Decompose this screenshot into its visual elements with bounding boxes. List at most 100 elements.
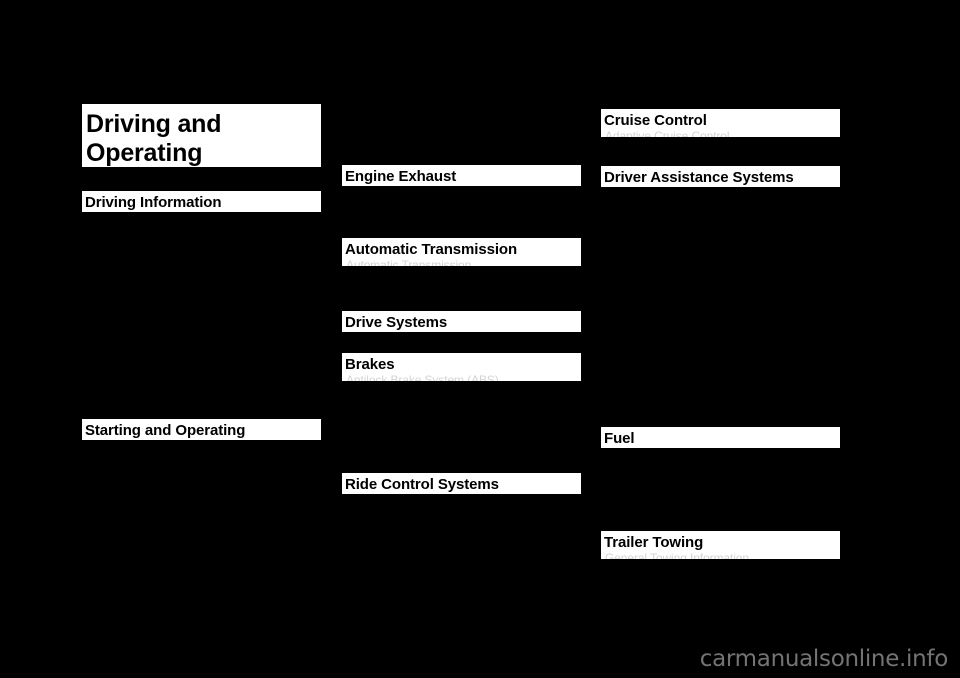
list-item[interactable]: Lane Change Alert (LCA) 9-45 — [601, 263, 840, 278]
list-item[interactable]: Conversions and Add-Ons 9-64 — [601, 605, 840, 620]
section-heading-label: Drive Systems — [345, 314, 448, 331]
entry-label: Manual Mode — [342, 267, 415, 281]
entry-label: Shifting Into Park — [82, 501, 174, 516]
list-item[interactable]: Towing Equipment 9-62 — [601, 590, 840, 605]
list-item[interactable]: Rear Vision Camera (RVC) 9-50 — [601, 309, 840, 324]
list-item[interactable]: Winter Driving 9-8 — [82, 379, 321, 394]
list-item[interactable]: Highway Hypnosis 9-7 — [82, 349, 321, 364]
entry-page: 9-4 — [303, 273, 321, 288]
entry-label: Forward Collision Alert (FCA) System — [601, 203, 800, 218]
list-item[interactable]: Hill and Mountain Roads 9-8 — [82, 364, 321, 379]
section-heading-starting-and-operating[interactable]: Starting and Operating — [82, 419, 321, 440]
section-heading-trailer-towing[interactable]: Trailer Towing General Towing Informatio… — [601, 531, 840, 559]
section-heading-label: Engine Exhaust — [345, 168, 457, 185]
list-item[interactable]: Driving on Wet Roads 9-7 — [82, 334, 321, 349]
entry-page: 9-7 — [303, 348, 321, 363]
entry-page: 9-64 — [815, 605, 840, 620]
entry-label: Hill and Mountain Roads — [82, 363, 213, 378]
list-item[interactable]: Ignition Positions 9-13 — [82, 456, 321, 471]
list-item[interactable]: Steering 9-4 — [82, 288, 321, 303]
entry-label: Driving on Wet Roads — [82, 333, 199, 348]
list-item[interactable]: Trailer Towing 9-59 — [601, 575, 840, 590]
list-item[interactable]: Cruise Control 9-30 — [342, 525, 581, 540]
entry-page: 9-54 — [815, 509, 840, 524]
list-item[interactable]: Assistance Systems for Driving 9-36 — [601, 188, 840, 203]
entry-page: 9-59 — [815, 575, 840, 590]
entry-label: Braking — [82, 273, 123, 288]
list-item[interactable]: Forward Collision Alert (FCA) System 9-3… — [601, 203, 840, 218]
list-item[interactable]: Braking 9-4 — [82, 273, 321, 288]
list-item[interactable]: Engine Exhaust 9-20 — [342, 187, 581, 202]
list-item[interactable]: Loss of Control 9-6 — [82, 319, 321, 334]
list-item[interactable]: Ride Control Systems 9-27 — [342, 427, 581, 442]
list-item[interactable]: Hill Start Assist (HSA) 9-27 — [342, 412, 581, 427]
section-heading-ride-control-systems[interactable]: Ride Control Systems — [342, 473, 581, 494]
list-item[interactable]: Off-Road Recovery 9-6 — [82, 304, 321, 319]
list-item[interactable]: Starting the Engine 9-15 — [82, 471, 321, 486]
entry-page: 9-17 — [296, 501, 321, 516]
list-item[interactable]: Parking Over Things That Burn 9-19 — [82, 532, 321, 547]
entry-label: Hill Start Assist (HSA) — [342, 412, 459, 427]
entry-label: Active Fuel Management — [82, 546, 215, 561]
entry-list-fuel: Recommended Fuel 9-52 Gasoline Specifica… — [601, 449, 840, 540]
list-item[interactable]: Drunk Driving 9-3 — [82, 243, 321, 258]
entry-list-driving-information: Driving for Better Fuel Economy 9-2 Defe… — [82, 213, 321, 409]
list-item[interactable]: Loading the Vehicle 9-10 — [82, 394, 321, 409]
list-item[interactable]: Shifting Out of Park 9-18 — [82, 516, 321, 531]
list-item[interactable]: Side Blind Zone Alert (SBZA) 9-44 — [601, 248, 840, 263]
entry-page: 9-46 — [817, 278, 831, 308]
list-item[interactable]: Front Pedestrian Braking (FPB) System 9-… — [601, 218, 840, 233]
list-item[interactable]: Brake Assist 9-27 — [342, 397, 581, 412]
list-item[interactable]: Gasoline Specifications 9-53 — [601, 464, 840, 479]
section-heading-cruise-control[interactable]: Cruise Control Adaptive Cruise Control — [601, 109, 840, 137]
column-middle: Engine Exhaust Engine Exhaust 9-20 Runni… — [342, 0, 581, 678]
section-heading-label: Fuel — [604, 430, 635, 447]
entry-list-engine-exhaust: Engine Exhaust 9-20 Running the Vehicle … — [342, 187, 581, 217]
entry-page: 9-39 — [815, 218, 840, 233]
list-item[interactable]: Manual Mode 9-24 — [342, 267, 581, 282]
entry-page: 9-53 — [815, 479, 840, 494]
list-item[interactable]: All-Wheel Drive 9-25 — [342, 333, 581, 348]
entry-label: Off-Road Recovery — [82, 303, 185, 318]
list-item[interactable]: Recommended Fuel 9-52 — [601, 449, 840, 464]
entry-label: Loss of Control — [82, 318, 163, 333]
entry-label: Drive Systems — [342, 282, 420, 297]
list-item[interactable]: Driving Characteristics and Towing Tips … — [601, 560, 840, 575]
entry-label: StabiliTrak System — [342, 510, 442, 525]
chapter-title-line-2: Operating — [86, 138, 203, 167]
entry-label: Driving Characteristics and Towing Tips — [601, 560, 811, 574]
entry-label: Towing Equipment — [601, 590, 700, 605]
entry-label: Assistance Systems for Parking or Backin… — [601, 278, 784, 308]
list-item[interactable]: Defensive Driving 9-2 — [82, 228, 321, 243]
section-heading-driver-assistance-systems[interactable]: Driver Assistance Systems — [601, 166, 840, 187]
list-item[interactable]: Traction Control System (TCS) 9-27 — [342, 495, 581, 510]
list-item[interactable]: Control of a Vehicle 9-3 — [82, 258, 321, 273]
section-heading-engine-exhaust[interactable]: Engine Exhaust — [342, 165, 581, 186]
entry-page: 9-52 — [815, 449, 840, 463]
chapter-title-line-1: Driving and — [86, 110, 222, 138]
list-item[interactable]: New Vehicle Break-In 9-13 — [82, 441, 321, 456]
list-item[interactable]: Active Fuel Management 9-19 — [82, 547, 321, 562]
section-heading-drive-systems[interactable]: Drive Systems — [342, 311, 581, 332]
list-item[interactable]: StabiliTrak System 9-28 — [342, 510, 581, 525]
list-item[interactable]: Lane Keep Assist (LKA) 9-42 — [601, 233, 840, 248]
entry-list-brakes: Parking Brake 9-26 Brake Assist 9-27 Hil… — [342, 382, 581, 442]
list-item[interactable]: Drive Systems 9-25 — [342, 282, 581, 297]
list-item[interactable]: Filling the Tank 9-54 — [601, 509, 840, 524]
list-item[interactable]: California Fuel Requirements 9-53 — [601, 479, 840, 494]
list-item[interactable]: Fuel Additives 9-53 — [601, 494, 840, 509]
entry-label: Ignition Positions — [82, 456, 173, 471]
list-item[interactable]: Engine Heater 9-16 — [82, 486, 321, 501]
entry-label: Trailer Towing — [601, 575, 676, 590]
list-item[interactable]: Driving for Better Fuel Economy 9-2 — [82, 213, 321, 228]
list-item[interactable]: Assistance Systems for Parking or Backin… — [601, 279, 840, 309]
section-heading-fuel[interactable]: Fuel — [601, 427, 840, 448]
list-item[interactable]: Shifting Into Park 9-17 — [82, 501, 321, 516]
list-item[interactable]: Parking Brake 9-26 — [342, 382, 581, 397]
entry-page: 9-6 — [303, 303, 321, 318]
list-item[interactable]: Fuel 9-52 — [601, 324, 840, 339]
list-item[interactable]: Running the Vehicle While Parked 9-21 — [342, 202, 581, 217]
section-heading-brakes[interactable]: Brakes Antilock Brake System (ABS) — [342, 353, 581, 381]
section-heading-driving-information[interactable]: Driving Information — [82, 191, 321, 212]
section-heading-automatic-transmission[interactable]: Automatic Transmission Automatic Transmi… — [342, 238, 581, 266]
